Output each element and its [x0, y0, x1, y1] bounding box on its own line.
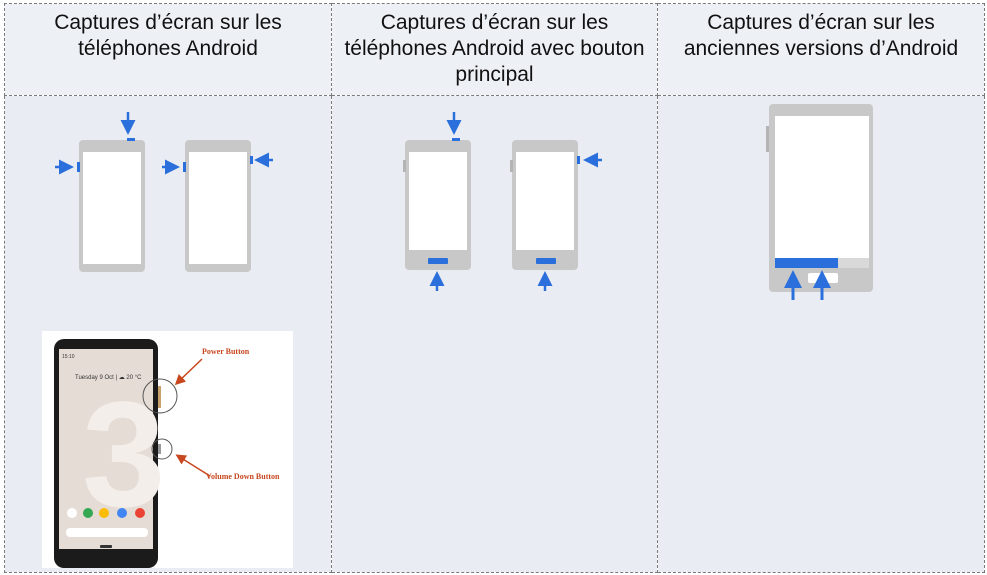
volume-down-label: Volume Down Button — [206, 472, 280, 481]
header-cell-older-android: Captures d’écran sur les anciennes versi… — [657, 3, 985, 96]
body-cell-older-android — [657, 95, 985, 573]
phone-illustration-2 — [510, 140, 580, 270]
pixel-phone-illustration: 3 15:10 Tuesday 9 Oct | ☁ 20 °C Power Bu… — [54, 339, 280, 568]
screenshot-methods-table: Captures d’écran sur les téléphones Andr… — [4, 3, 985, 573]
home-button-phones-diagram — [403, 112, 602, 291]
body-cell-home-button — [331, 95, 658, 573]
phone-illustration-1 — [403, 138, 471, 270]
power-button-label: Power Button — [202, 347, 250, 356]
header-cell-home-button: Captures d’écran sur les téléphones Andr… — [331, 3, 658, 96]
photos-icon — [99, 508, 109, 518]
maps-icon — [83, 508, 93, 518]
phone-illustration-2 — [183, 140, 253, 272]
chrome-icon — [117, 508, 127, 518]
status-time: 15:10 — [62, 354, 75, 360]
android-phones-diagram — [55, 112, 273, 272]
gmail-icon — [67, 508, 77, 518]
youtube-icon — [135, 508, 145, 518]
phone-illustration-1 — [77, 138, 145, 272]
pixel-phone-photo: 3 15:10 Tuesday 9 Oct | ☁ 20 °C Power Bu… — [42, 331, 293, 568]
lock-date: Tuesday 9 Oct | ☁ 20 °C — [75, 375, 142, 381]
search-bar — [66, 528, 148, 537]
body-cell-android: 3 15:10 Tuesday 9 Oct | ☁ 20 °C Power Bu… — [4, 95, 332, 573]
header-row: Captures d’écran sur les téléphones Andr… — [4, 3, 985, 96]
column-header-home-button: Captures d’écran sur les téléphones Andr… — [344, 11, 645, 86]
column-header-older-android: Captures d’écran sur les anciennes versi… — [683, 11, 959, 60]
header-cell-android: Captures d’écran sur les téléphones Andr… — [4, 3, 332, 96]
body-row: 3 15:10 Tuesday 9 Oct | ☁ 20 °C Power Bu… — [4, 95, 985, 573]
column-header-android: Captures d’écran sur les téléphones Andr… — [54, 11, 282, 60]
phone-illustration — [766, 104, 873, 292]
older-android-phone-diagram — [766, 104, 873, 300]
